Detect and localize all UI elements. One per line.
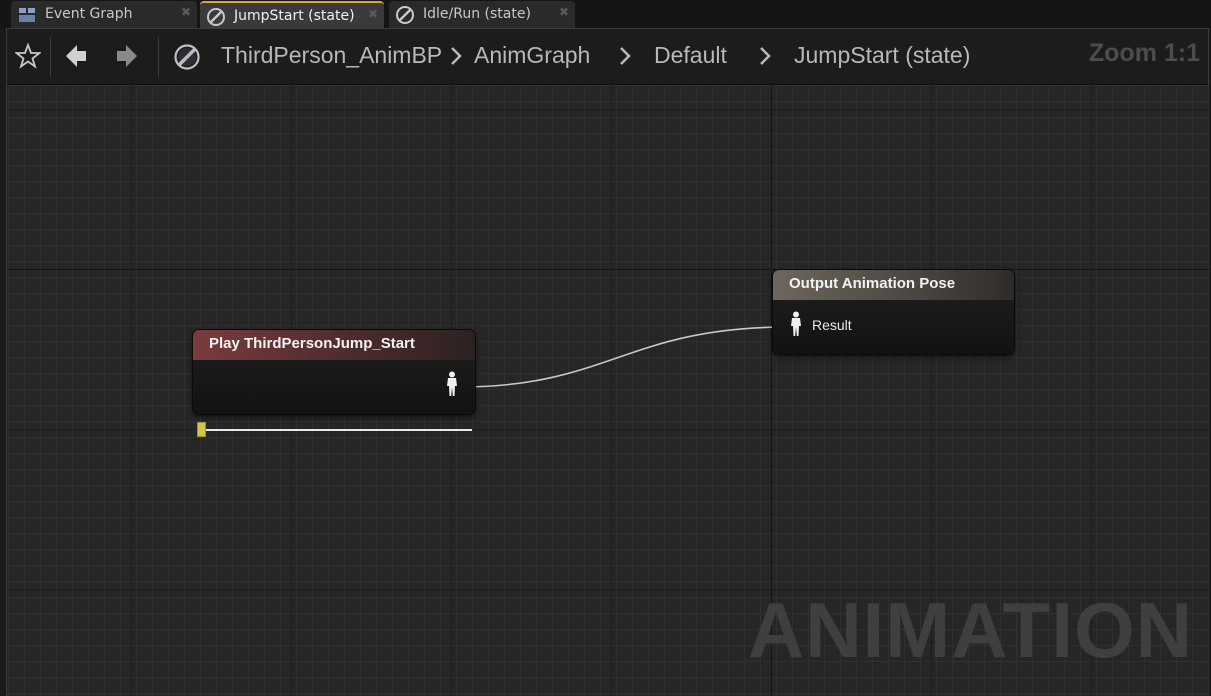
state-icon: [207, 8, 225, 26]
divider: [50, 37, 51, 77]
close-icon[interactable]: ✖: [559, 5, 569, 19]
star-icon: [15, 43, 41, 69]
node-body: [193, 360, 475, 414]
breadcrumb-default[interactable]: Default: [654, 42, 727, 69]
output-animation-pose-node[interactable]: Output Animation Pose Result: [773, 270, 1014, 354]
breadcrumb-jumpstart-state[interactable]: JumpStart (state): [794, 42, 970, 69]
arrow-left-icon: [66, 45, 86, 67]
event-graph-icon: [19, 8, 35, 22]
playback-track[interactable]: [200, 429, 472, 431]
playback-handle[interactable]: [197, 422, 206, 437]
tab-event-graph[interactable]: Event Graph ✖: [11, 1, 197, 28]
graph-canvas[interactable]: Play ThirdPersonJump_Start Output Animat…: [8, 85, 1209, 696]
play-animation-node[interactable]: Play ThirdPersonJump_Start: [193, 330, 475, 414]
tab-idle-run-state[interactable]: Idle/Run (state) ✖: [389, 1, 575, 28]
node-title: Play ThirdPersonJump_Start: [193, 330, 475, 360]
graph-panel: ThirdPerson_AnimBP AnimGraph Default Jum…: [6, 28, 1209, 696]
zoom-indicator: Zoom 1:1: [1088, 39, 1200, 67]
chevron-right-icon[interactable]: [757, 44, 773, 68]
graph-type-watermark: ANIMATION: [747, 586, 1193, 674]
breadcrumb-anim-bp[interactable]: ThirdPerson_AnimBP: [221, 42, 442, 69]
tab-label: JumpStart (state): [234, 8, 355, 24]
forward-button[interactable]: [110, 39, 144, 73]
divider: [158, 37, 159, 77]
graph-toolbar: ThirdPerson_AnimBP AnimGraph Default Jum…: [7, 29, 1208, 85]
tab-label: Event Graph: [45, 6, 133, 22]
node-body: [773, 300, 1014, 354]
close-icon[interactable]: ✖: [181, 5, 191, 19]
close-icon[interactable]: ✖: [368, 7, 378, 21]
tab-strip: Event Graph ✖ JumpStart (state) ✖ Idle/R…: [0, 0, 1211, 28]
pose-pin-icon[interactable]: [789, 311, 803, 337]
back-button[interactable]: [59, 39, 93, 73]
node-title: Output Animation Pose: [773, 270, 1014, 300]
chevron-right-icon[interactable]: [448, 44, 464, 68]
breadcrumb-animgraph[interactable]: AnimGraph: [474, 42, 590, 69]
state-icon: [174, 44, 200, 70]
favorite-button[interactable]: [11, 39, 45, 73]
chevron-right-icon[interactable]: [617, 44, 633, 68]
tab-label: Idle/Run (state): [423, 6, 531, 22]
result-pin-label: Result: [812, 317, 852, 333]
tab-jumpstart-state[interactable]: JumpStart (state) ✖: [200, 1, 384, 28]
state-icon: [396, 6, 414, 24]
arrow-right-icon: [117, 45, 137, 67]
pose-pin-icon[interactable]: [445, 371, 459, 397]
